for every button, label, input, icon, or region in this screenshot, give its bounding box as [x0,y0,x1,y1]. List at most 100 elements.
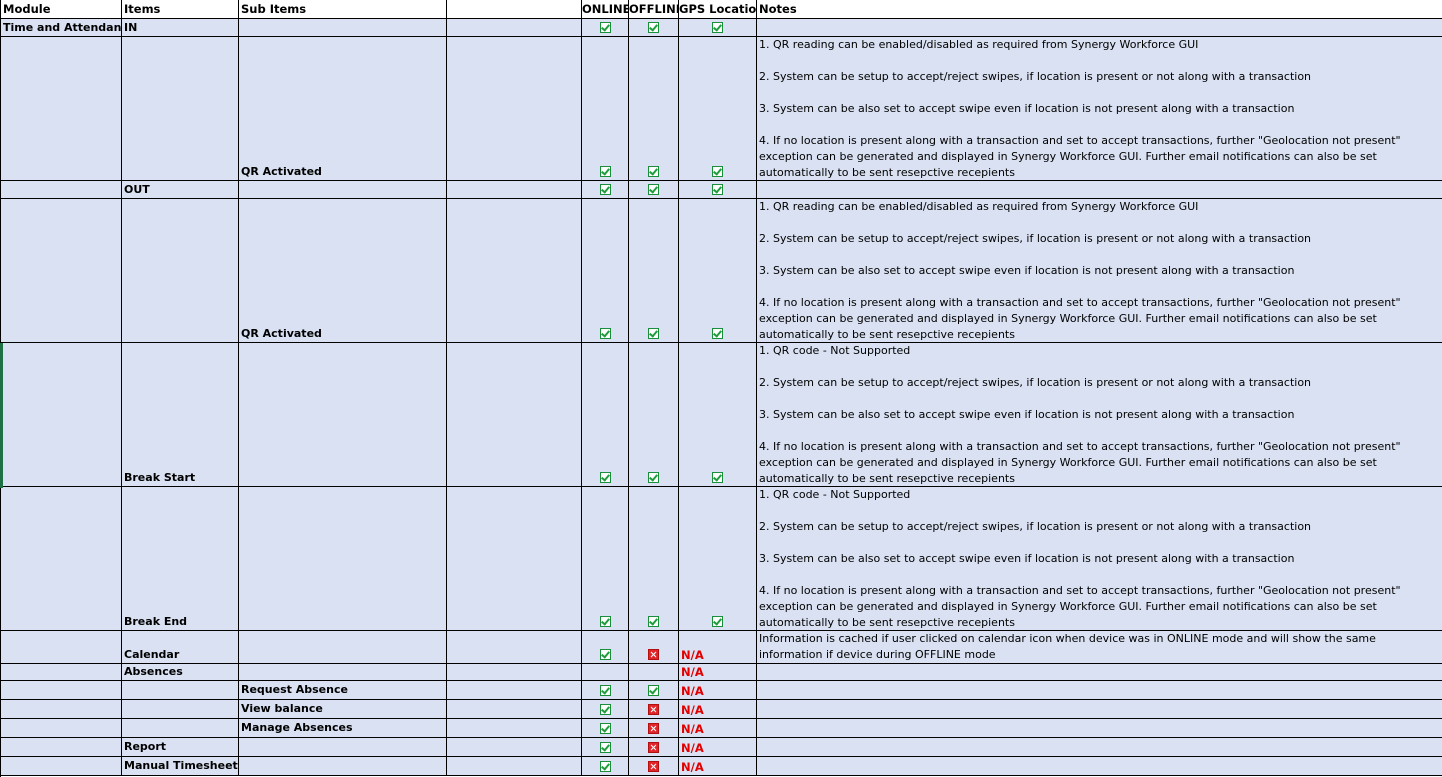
cell-module[interactable] [1,631,122,664]
cell-offline[interactable] [629,719,679,738]
cell-gps[interactable] [679,199,757,343]
cell-blank[interactable] [447,631,582,664]
cell-online[interactable] [582,37,629,181]
cell-notes[interactable]: Information is cached if user clicked on… [757,631,1442,664]
cell-item[interactable] [122,681,239,700]
cell-notes[interactable]: 1. QR reading can be enabled/disabled as… [757,37,1442,181]
cell-online[interactable] [582,757,629,776]
cell-notes[interactable] [757,681,1442,700]
cell-sub-item[interactable]: View balance [239,700,447,719]
cell-module[interactable] [1,700,122,719]
cell-sub-item[interactable]: Manage Absences [239,719,447,738]
cell-sub-item[interactable] [239,343,447,487]
header-notes[interactable]: Notes [757,0,1442,19]
cell-item[interactable] [122,719,239,738]
cell-gps[interactable]: N/A [679,738,757,757]
cell-blank[interactable] [447,700,582,719]
cell-module[interactable] [1,738,122,757]
cell-blank[interactable] [447,181,582,199]
cell-online[interactable] [582,487,629,631]
cell-notes[interactable]: 1. QR reading can be enabled/disabled as… [757,199,1442,343]
cell-gps[interactable] [679,37,757,181]
cell-offline[interactable] [629,631,679,664]
header-sub-items[interactable]: Sub Items [239,0,447,19]
cell-online[interactable] [582,700,629,719]
cell-blank[interactable] [447,343,582,487]
cell-online[interactable] [582,181,629,199]
cell-gps[interactable] [679,181,757,199]
cell-online[interactable] [582,631,629,664]
cell-offline[interactable] [629,199,679,343]
cell-blank[interactable] [447,199,582,343]
cell-blank[interactable] [447,719,582,738]
header-items[interactable]: Items [122,0,239,19]
cell-notes[interactable] [757,757,1442,776]
header-blank[interactable] [447,0,582,19]
cell-module[interactable] [1,181,122,199]
cell-item[interactable]: Calendar [122,631,239,664]
cell-item[interactable] [122,199,239,343]
cell-offline[interactable] [629,343,679,487]
cell-online[interactable] [582,664,629,681]
cell-notes[interactable] [757,700,1442,719]
cell-gps[interactable]: N/A [679,719,757,738]
cell-offline[interactable] [629,700,679,719]
cell-gps[interactable] [679,487,757,631]
cell-module[interactable] [1,681,122,700]
cell-offline[interactable] [629,181,679,199]
cell-online[interactable] [582,681,629,700]
cell-sub-item[interactable] [239,757,447,776]
cell-module[interactable] [1,343,122,487]
cell-notes[interactable]: 1. QR code - Not Supported 2. System can… [757,487,1442,631]
cell-gps[interactable]: N/A [679,664,757,681]
cell-notes[interactable] [757,719,1442,738]
cell-sub-item[interactable] [239,664,447,681]
cell-sub-item[interactable] [239,631,447,664]
cell-gps[interactable]: N/A [679,757,757,776]
cell-item[interactable]: OUT [122,181,239,199]
cell-online[interactable] [582,343,629,487]
cell-item[interactable] [122,37,239,181]
cell-gps[interactable] [679,19,757,37]
cell-online[interactable] [582,738,629,757]
cell-offline[interactable] [629,19,679,37]
header-gps-location[interactable]: GPS Location [679,0,757,19]
cell-offline[interactable] [629,738,679,757]
cell-notes[interactable] [757,664,1442,681]
cell-sub-item[interactable]: QR Activated [239,199,447,343]
cell-blank[interactable] [447,664,582,681]
cell-offline[interactable] [629,664,679,681]
cell-sub-item[interactable] [239,738,447,757]
cell-module[interactable]: Time and Attendance [1,19,122,37]
cell-sub-item[interactable]: QR Activated [239,37,447,181]
cell-gps[interactable]: N/A [679,681,757,700]
cell-sub-item[interactable]: Request Absence [239,681,447,700]
header-module[interactable]: Module [1,0,122,19]
cell-item[interactable]: Report [122,738,239,757]
cell-gps[interactable] [679,343,757,487]
cell-module[interactable] [1,757,122,776]
cell-gps[interactable]: N/A [679,631,757,664]
cell-online[interactable] [582,719,629,738]
cell-item[interactable] [122,700,239,719]
cell-item[interactable]: Break Start [122,343,239,487]
cell-blank[interactable] [447,681,582,700]
cell-item[interactable]: Manual Timesheet [122,757,239,776]
cell-sub-item[interactable] [239,181,447,199]
cell-module[interactable] [1,664,122,681]
cell-blank[interactable] [447,487,582,631]
cell-item[interactable]: Break End [122,487,239,631]
cell-notes[interactable]: 1. QR code - Not Supported 2. System can… [757,343,1442,487]
cell-item[interactable]: Absences [122,664,239,681]
cell-module[interactable] [1,199,122,343]
cell-notes[interactable] [757,181,1442,199]
cell-notes[interactable] [757,738,1442,757]
cell-offline[interactable] [629,487,679,631]
cell-module[interactable] [1,37,122,181]
cell-blank[interactable] [447,738,582,757]
cell-offline[interactable] [629,37,679,181]
cell-offline[interactable] [629,681,679,700]
cell-offline[interactable] [629,757,679,776]
cell-sub-item[interactable] [239,487,447,631]
cell-module[interactable] [1,719,122,738]
